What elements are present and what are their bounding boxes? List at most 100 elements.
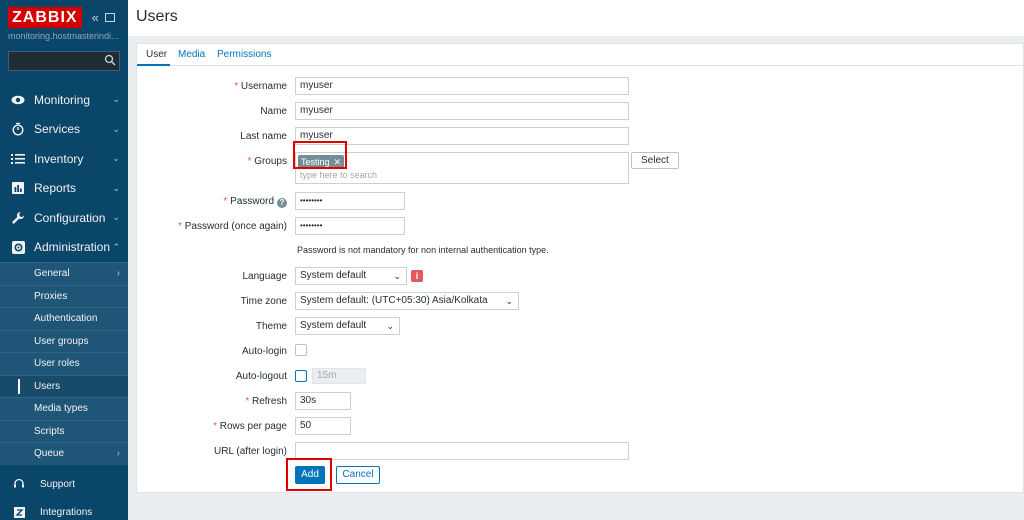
submenu-label: Scripts xyxy=(34,425,65,437)
zabbix-logo[interactable]: ZABBIX xyxy=(8,6,82,28)
required-mark: * xyxy=(245,396,252,407)
theme-label: Theme xyxy=(255,321,287,332)
password-label: * Password? xyxy=(223,196,287,208)
logo-row: ZABBIX « xyxy=(0,0,128,34)
menu-label: Monitoring xyxy=(34,92,91,107)
chevron-down-icon: ⌄ xyxy=(505,296,513,306)
refresh-label: * Refresh xyxy=(245,396,287,407)
info-warning-icon[interactable]: i xyxy=(411,270,423,282)
groups-multiselect[interactable]: Testing ✕ type here to search xyxy=(295,152,629,184)
kiosk-mode-icon[interactable] xyxy=(104,12,115,22)
chevron-up-icon: ⌃ xyxy=(112,241,120,252)
menu-label: Inventory xyxy=(34,151,84,166)
list-icon xyxy=(10,152,26,166)
chevron-right-icon: › xyxy=(116,448,120,460)
groups-label: * Groups xyxy=(248,156,287,167)
title-bar xyxy=(128,0,1024,36)
submenu-item-queue[interactable]: Queue › xyxy=(0,442,128,465)
user-form-panel: User Media Permissions * Username myuser… xyxy=(136,43,1024,493)
url-input[interactable] xyxy=(295,442,629,460)
lastname-input[interactable]: myuser xyxy=(295,127,629,145)
rows-per-page-label-text: Rows per page xyxy=(219,421,287,432)
timezone-value: System default: (UTC+05:30) Asia/Kolkata xyxy=(300,295,488,306)
required-mark: * xyxy=(234,81,241,92)
timer-icon xyxy=(10,122,26,136)
submenu-label: User groups xyxy=(34,335,89,347)
menu-item-reports[interactable]: Reports ⌄ xyxy=(0,174,128,204)
chevron-down-icon: ⌄ xyxy=(393,271,401,281)
menu-label: Integrations xyxy=(40,506,93,518)
menu-item-configuration[interactable]: Configuration ⌄ xyxy=(0,203,128,233)
submenu-item-media-types[interactable]: Media types xyxy=(0,397,128,420)
wrench-icon xyxy=(10,211,26,225)
submenu-label: User roles xyxy=(34,358,80,370)
timezone-select[interactable]: System default: (UTC+05:30) Asia/Kolkata… xyxy=(295,292,519,310)
active-tab-indicator xyxy=(137,64,170,66)
chevron-down-icon: ⌄ xyxy=(112,94,120,105)
autologout-label: Auto-logout xyxy=(235,371,287,382)
submenu-label: Proxies xyxy=(34,290,68,302)
submenu-label: General xyxy=(34,268,70,280)
menu-item-integrations[interactable]: Integrations xyxy=(0,498,128,520)
headset-icon xyxy=(12,477,26,491)
menu-item-inventory[interactable]: Inventory ⌄ xyxy=(0,144,128,174)
name-input[interactable]: myuser xyxy=(295,102,629,120)
password-again-label-text: Password (once again) xyxy=(184,221,287,232)
url-label: URL (after login) xyxy=(214,446,287,457)
theme-value: System default xyxy=(300,320,367,331)
tab-user[interactable]: User xyxy=(146,49,167,60)
password-input[interactable]: •••••••• xyxy=(295,192,405,210)
select-groups-button[interactable]: Select xyxy=(631,152,679,169)
chevron-down-icon: ⌄ xyxy=(386,321,394,331)
collapse-sidebar-icon[interactable]: « xyxy=(92,10,99,25)
menu-label: Configuration xyxy=(34,210,106,225)
name-label: Name xyxy=(260,106,287,117)
timezone-label: Time zone xyxy=(240,296,287,307)
rows-per-page-input[interactable]: 50 xyxy=(295,417,351,435)
theme-select[interactable]: System default ⌄ xyxy=(295,317,400,335)
chevron-down-icon: ⌄ xyxy=(112,123,120,134)
menu-label: Services xyxy=(34,122,81,137)
refresh-input[interactable]: 30s xyxy=(295,392,351,410)
tab-media[interactable]: Media xyxy=(178,49,205,60)
password-again-input[interactable]: •••••••• xyxy=(295,217,405,235)
language-select[interactable]: System default ⌄ xyxy=(295,267,407,285)
password-again-label: * Password (once again) xyxy=(178,221,287,232)
submenu-item-user-groups[interactable]: User groups xyxy=(0,329,128,353)
remove-chip-icon[interactable]: ✕ xyxy=(334,157,342,167)
username-label-text: Username xyxy=(240,81,287,92)
submenu-item-scripts[interactable]: Scripts xyxy=(0,419,128,443)
groups-search-placeholder[interactable]: type here to search xyxy=(300,170,377,180)
submenu-label: Users xyxy=(34,380,61,392)
add-button[interactable]: Add xyxy=(295,466,325,484)
eye-icon xyxy=(10,93,26,107)
menu-item-administration[interactable]: Administration ⌃ xyxy=(0,232,128,262)
menu-item-support[interactable]: Support xyxy=(0,470,128,498)
submenu-label: Authentication xyxy=(34,313,98,325)
chevron-down-icon: ⌄ xyxy=(112,182,120,193)
lastname-label: Last name xyxy=(240,131,287,142)
refresh-label-text: Refresh xyxy=(251,396,287,407)
menu-label: Reports xyxy=(34,181,77,196)
cancel-button[interactable]: Cancel xyxy=(336,466,380,484)
submenu-item-users[interactable]: Users xyxy=(0,374,128,397)
sidebar: ZABBIX « monitoring.hostmasterindi... Mo… xyxy=(0,0,128,520)
help-icon[interactable]: ? xyxy=(277,198,287,208)
username-input[interactable]: myuser xyxy=(295,77,629,95)
rows-per-page-label: * Rows per page xyxy=(213,421,287,432)
tab-permissions[interactable]: Permissions xyxy=(217,49,271,60)
autologout-checkbox[interactable] xyxy=(295,370,307,382)
menu-item-monitoring[interactable]: Monitoring ⌄ xyxy=(0,85,128,115)
search-icon[interactable] xyxy=(104,54,116,66)
submenu-item-general[interactable]: General › xyxy=(0,262,128,285)
submenu-item-user-roles[interactable]: User roles xyxy=(0,352,128,375)
menu-label: Support xyxy=(40,478,76,490)
bottom-menu: Support Integrations xyxy=(0,470,128,520)
language-label: Language xyxy=(242,271,288,282)
menu-item-services[interactable]: Services ⌄ xyxy=(0,115,128,145)
autologin-checkbox[interactable] xyxy=(295,344,307,356)
required-mark: * xyxy=(213,421,220,432)
submenu-item-authentication[interactable]: Authentication xyxy=(0,307,128,330)
menu-label: Administration xyxy=(34,240,111,255)
submenu-item-proxies[interactable]: Proxies xyxy=(0,284,128,308)
